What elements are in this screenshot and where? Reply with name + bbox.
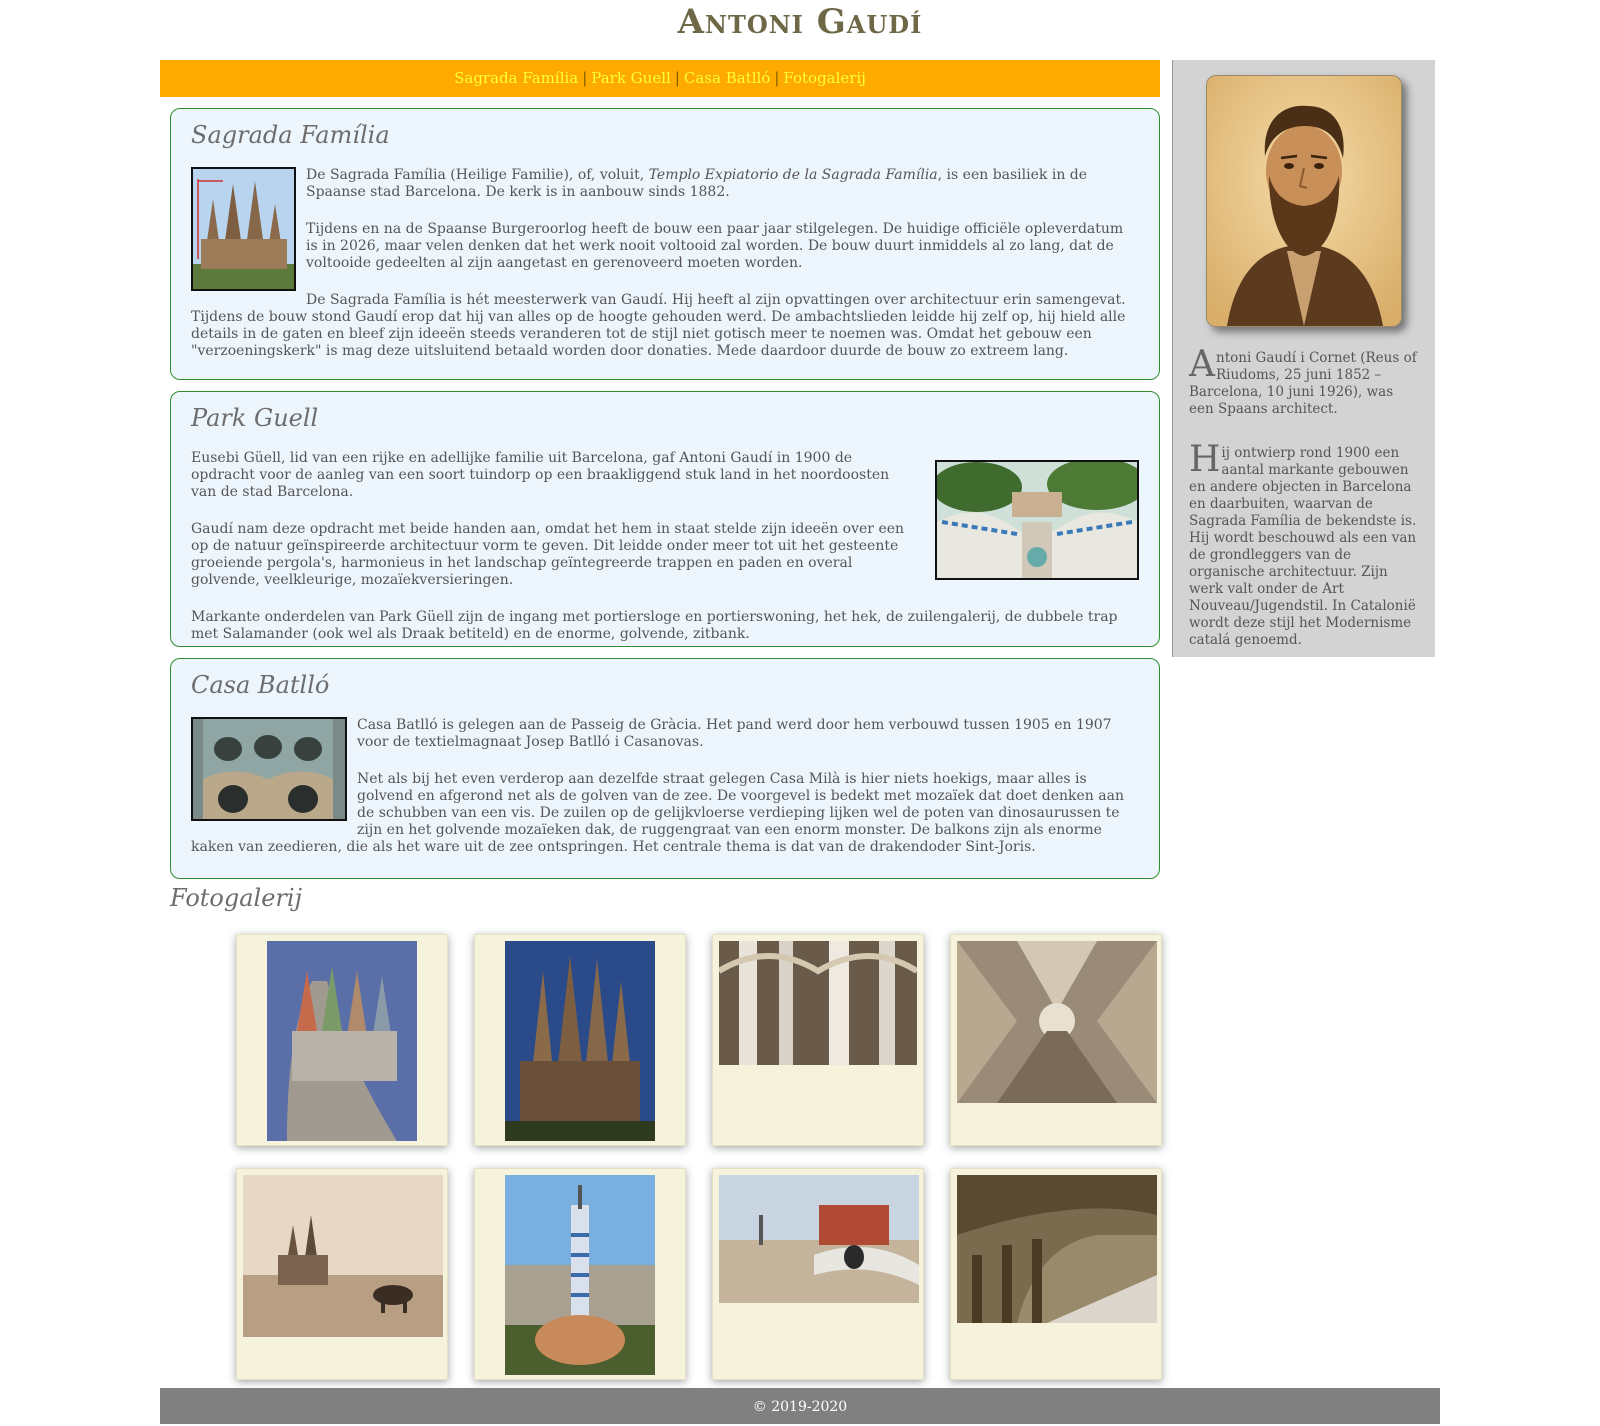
section-title-casa-batllo: Casa Batlló bbox=[191, 671, 330, 699]
sidebar-bio-paragraph-2: Hij ontwierp rond 1900 een aantal markan… bbox=[1189, 439, 1417, 648]
section-sagrada-familia: Sagrada Família De Sagrada Família (Heil… bbox=[170, 108, 1160, 380]
footer: © 2019-2020 bbox=[160, 1388, 1440, 1424]
gallery-title: Fotogalerij bbox=[170, 884, 303, 912]
sidebar: Antoni Gaudí i Cornet (Reus of Riudoms, … bbox=[1172, 60, 1435, 657]
park-guell-thumbnail bbox=[935, 460, 1139, 580]
section-park-guell: Park Guell Eusebi Güell, lid van een rij… bbox=[170, 391, 1160, 647]
site-title: Antoni Gaudí bbox=[677, 2, 923, 42]
gallery-photo-card[interactable] bbox=[712, 1168, 924, 1380]
park-guell-paragraph-3: Markante onderdelen van Park Güell zijn … bbox=[191, 609, 1118, 642]
gallery-photo-park-guell-bench bbox=[719, 1175, 919, 1303]
gallery-photo-card[interactable] bbox=[712, 934, 924, 1146]
nav-link-sagrada-familia[interactable]: Sagrada Família bbox=[454, 69, 578, 87]
sagrada-familia-thumbnail bbox=[191, 167, 296, 291]
gallery-photo-card[interactable] bbox=[236, 1168, 448, 1380]
main-navigation: Sagrada Família | Park Guell | Casa Batlló | F… bbox=[160, 60, 1160, 97]
gallery-photo-card[interactable] bbox=[236, 934, 448, 1146]
gallery-photo-sagrada-towers bbox=[505, 941, 655, 1141]
sagrada-text-1a: De Sagrada Família (Heilige Familie), of… bbox=[306, 167, 649, 183]
sagrada-paragraph-2: Tijdens en na de Spaanse Burgeroorlog he… bbox=[306, 221, 1124, 271]
section-body-casa-batllo: Casa Batlló is gelegen aan de Passeig de… bbox=[191, 717, 1139, 876]
gallery-photo-card[interactable] bbox=[950, 1168, 1162, 1380]
nav-separator: | bbox=[674, 69, 680, 87]
gallery-photo-card[interactable] bbox=[474, 1168, 686, 1380]
sagrada-text-1-italic: Templo Expiatorio de la Sagrada Família bbox=[648, 167, 938, 183]
section-title-park-guell: Park Guell bbox=[191, 404, 319, 432]
gallery-photo-sagrada-interior-columns bbox=[719, 941, 917, 1065]
gallery-photo-card[interactable] bbox=[474, 934, 686, 1146]
gallery-photo-historic-sagrada bbox=[243, 1175, 443, 1337]
nav-link-fotogalerij[interactable]: Fotogalerij bbox=[783, 69, 866, 87]
section-casa-batllo: Casa Batlló Casa Batlló is gelegen aan d… bbox=[170, 658, 1160, 879]
sidebar-bio-paragraph-1: Antoni Gaudí i Cornet (Reus of Riudoms, … bbox=[1189, 344, 1417, 417]
sagrada-paragraph-3: De Sagrada Família is hét meesterwerk va… bbox=[191, 292, 1126, 359]
gallery-photo-park-guell-colonnade bbox=[957, 1175, 1157, 1323]
gallery-photo-batllo-chimneys bbox=[267, 941, 417, 1141]
gaudi-portrait-image bbox=[1206, 75, 1402, 327]
nav-separator: | bbox=[582, 69, 588, 87]
gallery-photo-sagrada-ceiling bbox=[957, 941, 1157, 1103]
gallery-photo-park-guell-tower bbox=[505, 1175, 655, 1375]
nav-link-casa-batllo[interactable]: Casa Batlló bbox=[684, 69, 770, 87]
nav-separator: | bbox=[774, 69, 780, 87]
nav-link-park-guell[interactable]: Park Guell bbox=[591, 69, 671, 87]
section-body-sagrada-familia: De Sagrada Família (Heilige Familie), of… bbox=[191, 167, 1139, 380]
section-title-sagrada-familia: Sagrada Família bbox=[191, 121, 390, 149]
section-body-park-guell: Eusebi Güell, lid van een rijke en adell… bbox=[191, 450, 1139, 663]
casa-batllo-thumbnail bbox=[191, 717, 347, 821]
footer-copyright: © 2019-2020 bbox=[752, 1399, 848, 1415]
gallery-photo-card[interactable] bbox=[950, 934, 1162, 1146]
